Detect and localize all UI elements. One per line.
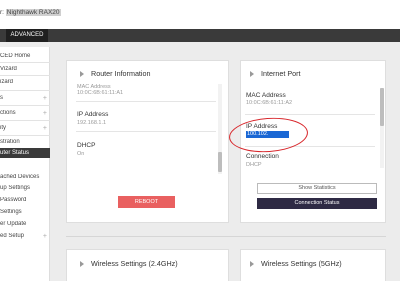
chevron-right-icon bbox=[250, 261, 254, 267]
sidebar-item-security[interactable]: ity + bbox=[0, 125, 50, 131]
sidebar-item-label: up Settings bbox=[0, 185, 31, 191]
sidebar-divider bbox=[0, 135, 50, 136]
sidebar-item-advanced-home[interactable]: CED Home bbox=[0, 53, 50, 59]
show-statistics-button[interactable]: Show Statistics bbox=[257, 183, 377, 194]
sidebar-item-usb-functions[interactable]: ctions + bbox=[0, 110, 50, 116]
router-dhcp-value: On bbox=[77, 151, 85, 157]
divider bbox=[76, 101, 216, 102]
sidebar-item-led-settings[interactable]: Settings bbox=[0, 209, 50, 215]
sidebar-item-label: ached Devices bbox=[0, 174, 40, 180]
expand-plus-icon: + bbox=[42, 125, 47, 131]
router-name: r: Nighthawk RAX20 bbox=[0, 9, 61, 16]
sidebar-item-attached-devices[interactable]: ached Devices bbox=[0, 174, 50, 180]
sidebar-item-advanced-setup[interactable]: ed Setup + bbox=[0, 233, 50, 239]
divider bbox=[245, 114, 375, 115]
sidebar-item-label: CED Home bbox=[0, 53, 31, 59]
router-name-value: Nighthawk RAX20 bbox=[5, 9, 61, 16]
sidebar-divider bbox=[0, 62, 50, 63]
sidebar-divider bbox=[0, 120, 50, 121]
expand-plus-icon: + bbox=[42, 110, 47, 116]
sidebar-item-label: ctions bbox=[0, 110, 16, 116]
sidebar-item-label: s bbox=[0, 95, 3, 101]
wireless-5ghz-title: Wireless Settings (5GHz) bbox=[261, 259, 342, 268]
router-info-scrollbar-thumb[interactable] bbox=[218, 152, 222, 172]
sidebar-item-label: Password bbox=[0, 197, 27, 203]
sidebar-item-backup-settings[interactable]: up Settings bbox=[0, 185, 50, 191]
router-ip-value: 192.168.1.1 bbox=[77, 120, 107, 126]
sidebar-item-set-password[interactable]: Password bbox=[0, 197, 50, 203]
router-mac-value: 10:0C:6B:61:11:A1 bbox=[77, 90, 124, 96]
sidebar-item-wps-wizard[interactable]: izard bbox=[0, 79, 50, 85]
sidebar-item-setup-wizard[interactable]: Vizard bbox=[0, 66, 50, 72]
router-ip-label: IP Address bbox=[77, 111, 109, 118]
internet-connection-value: DHCP bbox=[246, 162, 262, 168]
router-name-prefix: r: bbox=[0, 9, 6, 16]
internet-port-title: Internet Port bbox=[261, 69, 301, 78]
nav-bar bbox=[0, 29, 400, 42]
sidebar-divider bbox=[0, 75, 50, 76]
sidebar-item-label: stration bbox=[0, 139, 20, 145]
expand-plus-icon: + bbox=[42, 233, 47, 239]
sidebar-item-router-status[interactable]: uter Status bbox=[0, 148, 50, 158]
sidebar: CED Home Vizard izard s + ctions + ity + st… bbox=[0, 47, 50, 281]
sidebar-item-label: er Update bbox=[0, 221, 27, 227]
chevron-right-icon bbox=[80, 71, 84, 77]
tab-advanced[interactable]: ADVANCED bbox=[6, 29, 48, 42]
chevron-right-icon bbox=[250, 71, 254, 77]
internet-mac-value: 10:0C:6B:61:11:A2 bbox=[246, 100, 293, 106]
expand-plus-icon: + bbox=[42, 95, 47, 101]
sidebar-divider bbox=[0, 105, 50, 106]
chevron-right-icon bbox=[80, 261, 84, 267]
sidebar-item-label: uter Status bbox=[0, 150, 30, 156]
internet-connection-label: Connection bbox=[246, 153, 279, 160]
sidebar-item-label: Vizard bbox=[0, 66, 17, 72]
wireless-24ghz-title: Wireless Settings (2.4GHz) bbox=[91, 259, 178, 268]
sidebar-item-administration[interactable]: stration bbox=[0, 139, 50, 145]
divider bbox=[76, 131, 216, 132]
sidebar-item-label: ed Setup bbox=[0, 233, 25, 239]
internet-port-scrollbar-thumb[interactable] bbox=[380, 88, 384, 126]
router-information-title: Router Information bbox=[91, 69, 151, 78]
router-dhcp-label: DHCP bbox=[77, 142, 96, 149]
sidebar-item-label: izard bbox=[0, 79, 14, 85]
sidebar-item-label: Settings bbox=[0, 209, 22, 215]
sidebar-item-setup[interactable]: s + bbox=[0, 95, 50, 101]
section-divider bbox=[66, 236, 386, 237]
connection-status-button[interactable]: Connection Status bbox=[257, 198, 377, 209]
internet-mac-label: MAC Address bbox=[246, 92, 286, 99]
sidebar-item-label: ity bbox=[0, 125, 6, 131]
sidebar-item-router-update[interactable]: er Update bbox=[0, 221, 50, 227]
router-mac-label: MAC Address bbox=[77, 84, 111, 89]
reboot-button[interactable]: REBOOT bbox=[118, 196, 175, 208]
top-bar: r: Nighthawk RAX20 bbox=[0, 0, 400, 29]
sidebar-divider bbox=[0, 90, 50, 91]
